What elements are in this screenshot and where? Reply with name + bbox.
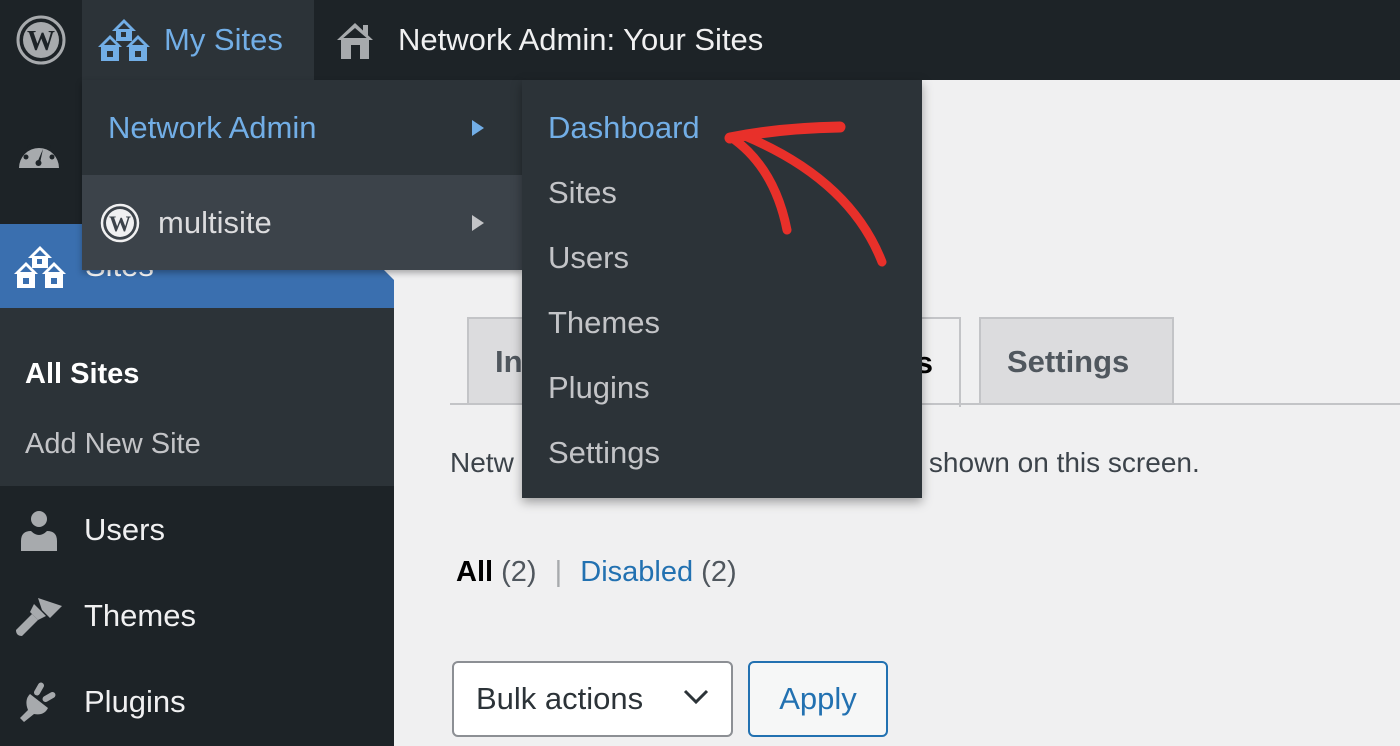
tab-label: Settings [1007, 344, 1130, 379]
submenu-sites[interactable]: Sites [548, 175, 617, 211]
network-admin-title: Network Admin: Your Sites [398, 22, 764, 57]
sites-submenu: All Sites Add New Site [0, 308, 394, 486]
submenu-arrow-icon [472, 215, 484, 231]
my-sites-icon [98, 19, 150, 61]
wordpress-site-icon: W [100, 203, 140, 243]
menu-item-multisite-label: multisite [158, 204, 272, 240]
menu-item-network-admin-label: Network Admin [108, 109, 317, 145]
sites-icon [14, 246, 66, 288]
admin-bar: W My Sites Network Admin: Your Sites [0, 0, 1400, 80]
brush-icon [0, 596, 70, 636]
submenu-themes[interactable]: Themes [548, 305, 660, 341]
svg-text:W: W [109, 211, 131, 236]
network-admin-submenu: Dashboard Sites Users Themes Plugins Set… [522, 80, 922, 498]
bulk-actions-select[interactable]: Bulk actions [452, 661, 733, 737]
sidebar-item-plugins-label: Plugins [84, 684, 186, 719]
filter-disabled-count: (2) [701, 556, 737, 588]
notice-text-left: Netw [450, 447, 514, 478]
submenu-plugins[interactable]: Plugins [548, 370, 650, 406]
filter-disabled[interactable]: Disabled [580, 556, 693, 588]
svg-text:W: W [27, 26, 55, 57]
submenu-users[interactable]: Users [548, 240, 629, 276]
filter-all[interactable]: All [456, 556, 493, 588]
filter-all-count: (2) [501, 556, 537, 588]
tab-settings[interactable]: Settings [979, 317, 1174, 405]
submenu-add-new-site[interactable]: Add New Site [25, 428, 201, 461]
chevron-down-icon [683, 689, 709, 705]
status-filters: All (2) | Disabled (2) [456, 556, 737, 589]
sidebar-item-themes-label: Themes [84, 598, 196, 633]
my-sites-dropdown: Network Admin W multisite [82, 80, 522, 270]
tab-label: In [495, 344, 523, 379]
sidebar-item-users-label: Users [84, 512, 165, 547]
my-sites-label: My Sites [164, 22, 283, 57]
filter-separator: | [554, 556, 563, 588]
network-admin-link[interactable]: Network Admin: Your Sites [314, 0, 763, 80]
submenu-all-sites[interactable]: All Sites [25, 358, 139, 391]
submenu-settings[interactable]: Settings [548, 435, 660, 471]
user-icon [0, 509, 70, 551]
bulk-actions-label: Bulk actions [476, 681, 644, 716]
sidebar-item-users[interactable]: Users [0, 490, 394, 570]
apply-button[interactable]: Apply [748, 661, 888, 737]
submenu-arrow-icon [472, 120, 484, 136]
notice-text-right: ot shown on this screen. [897, 447, 1200, 478]
plugin-icon [0, 682, 70, 722]
sidebar-item-themes[interactable]: Themes [0, 576, 394, 656]
home-icon [337, 23, 373, 59]
dashboard-gauge-icon [19, 140, 59, 168]
wordpress-logo-menu[interactable]: W [0, 0, 82, 80]
menu-item-multisite[interactable]: W multisite [82, 175, 522, 270]
my-sites-menu[interactable]: My Sites [82, 0, 314, 80]
sidebar-item-plugins[interactable]: Plugins [0, 662, 394, 742]
menu-item-network-admin[interactable]: Network Admin [82, 80, 522, 175]
submenu-dashboard[interactable]: Dashboard [548, 110, 700, 146]
wordpress-logo-icon: W [16, 15, 66, 65]
